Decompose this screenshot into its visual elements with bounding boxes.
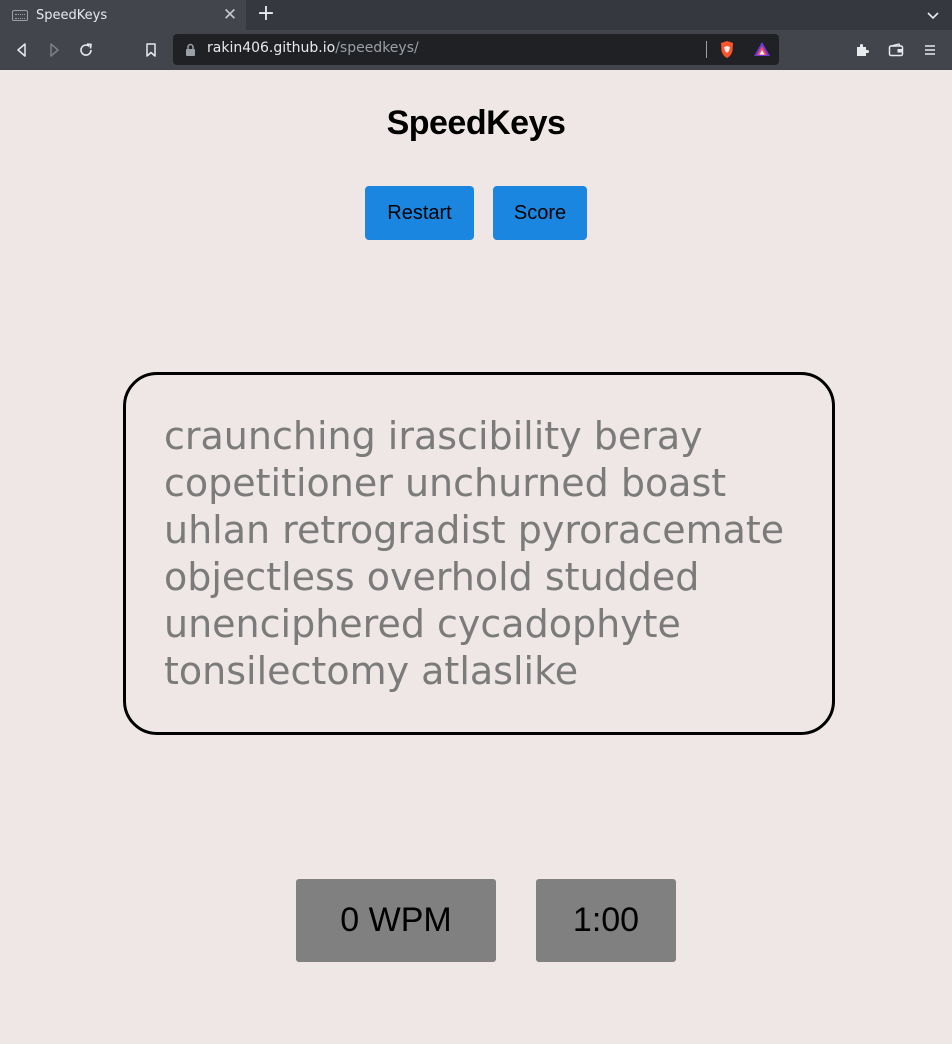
word-line: uhlan retrogradist pyroracemate [164,508,785,552]
reload-icon[interactable] [74,38,98,62]
word-line: unenciphered cycadophyte [164,602,681,646]
keyboard-icon [12,9,28,21]
word-list: craunching irascibility beray copetition… [164,413,804,695]
browser-tab-strip: SpeedKeys ✕ + [0,0,952,30]
forward-icon[interactable] [42,38,66,62]
tab-list-icon[interactable] [926,8,940,22]
wpm-display: 0 WPM [296,879,496,962]
word-line: tonsilectomy atlaslike [164,649,579,693]
brave-shield-icon[interactable] [719,40,735,63]
lock-icon[interactable] [185,42,196,61]
page-title: SpeedKeys [386,104,566,142]
tab-close-icon[interactable]: ✕ [220,0,240,30]
url-text[interactable]: rakin406.github.io/speedkeys/ [207,40,419,56]
browser-tab[interactable]: SpeedKeys ✕ [0,0,246,30]
restart-button[interactable]: Restart [365,186,474,240]
new-tab-button[interactable]: + [256,0,276,30]
bookmark-icon[interactable] [139,38,163,62]
url-host: rakin406.github.io [207,40,336,56]
wallet-icon[interactable] [884,38,908,62]
browser-toolbar: rakin406.github.io/speedkeys/ [0,30,952,70]
url-divider [706,41,707,58]
url-path: /speedkeys/ [335,40,419,56]
extensions-icon[interactable] [850,38,874,62]
tab-title: SpeedKeys [36,7,108,23]
timer-display: 1:00 [536,879,676,962]
score-button[interactable]: Score [493,186,587,240]
word-line: objectless overhold studded [164,555,700,599]
word-line: copetitioner unchurned boast [164,461,727,505]
address-bar[interactable]: rakin406.github.io/speedkeys/ [173,34,779,65]
back-icon[interactable] [10,38,34,62]
brave-rewards-icon[interactable] [753,41,771,61]
typing-text-box[interactable]: craunching irascibility beray copetition… [123,372,835,735]
word-line: craunching irascibility beray [164,414,703,458]
menu-icon[interactable] [918,38,942,62]
